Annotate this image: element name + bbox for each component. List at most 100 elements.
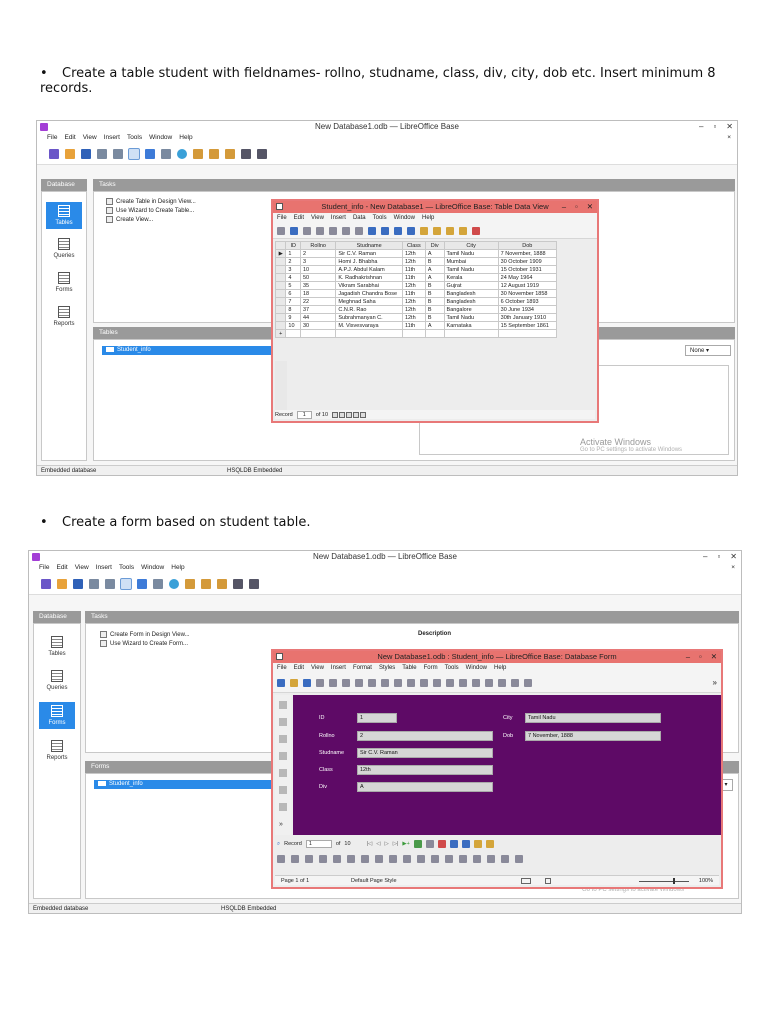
bring-front-icon[interactable] [389,855,397,863]
clone-formatting-icon[interactable] [394,678,402,687]
close-button[interactable]: ✕ [711,651,717,663]
save-record-icon[interactable] [277,226,285,235]
copy-icon[interactable] [97,148,107,159]
delete-record-icon[interactable] [437,840,446,848]
menu-data[interactable]: Data [353,213,366,223]
sort-icon[interactable] [461,840,470,848]
relationships-icon[interactable] [257,148,267,159]
label-icon[interactable] [279,769,287,777]
table-row[interactable]: + [274,329,558,338]
table-cell[interactable]: Bangladesh [443,297,499,306]
maximize-button[interactable]: ▫ [699,651,702,663]
last-record-icon[interactable]: ▷| [393,841,399,847]
menu-view[interactable]: View [311,663,324,673]
align-icon[interactable] [291,855,299,863]
nav-queries[interactable]: Queries [46,238,82,259]
table-row[interactable]: 3 10 A.P.J. Abdul Kalam 11th A Tamil Nadu 15 O… [274,265,558,274]
autofilter-icon[interactable] [473,840,482,848]
table-cell[interactable]: 11th [401,273,426,282]
row-selector[interactable] [274,289,287,298]
table-cell[interactable]: Bangladesh [443,289,499,298]
menu-help[interactable]: Help [179,133,192,143]
table-cell[interactable]: 10 [299,265,337,274]
previous-record-icon[interactable]: ◁ [376,841,380,847]
form-icon[interactable] [161,148,171,159]
record-number-input[interactable]: 1 [305,840,332,848]
print-icon[interactable] [329,678,337,687]
menu-tools[interactable]: Tools [119,563,134,573]
table-cell[interactable]: Gujrat [443,281,499,290]
table-cell[interactable]: Kerala [443,273,499,282]
menu-view[interactable]: View [75,563,89,573]
table-cell[interactable]: A [424,265,445,274]
table-cell[interactable] [285,329,301,338]
ungroup-icon[interactable] [347,855,355,863]
table-cell[interactable]: 1 [285,249,301,258]
maximize-button[interactable]: ▫ [575,201,578,213]
query-icon[interactable] [201,578,211,589]
table-cell[interactable]: 12th [401,281,426,290]
table-cell[interactable] [299,329,337,338]
table-cell[interactable]: B [424,281,445,290]
table-cell[interactable]: 5 [285,281,301,290]
menu-help[interactable]: Help [422,213,434,223]
menu-window[interactable]: Window [141,563,164,573]
task-table-wizard[interactable]: Use Wizard to Create Table... [106,207,194,214]
next-record-icon[interactable] [346,411,353,418]
nav-forms[interactable]: Forms [39,702,75,729]
menu-file[interactable]: File [47,133,57,143]
table-row[interactable]: 4 50 K. Radhakrishnan 11th A Kerala 24 May 196… [274,273,558,282]
column-header[interactable]: Class [401,241,426,250]
table-cell[interactable]: B [424,313,445,322]
page-break-icon[interactable] [511,678,519,687]
column-header[interactable]: Rollno [299,241,337,250]
menu-form[interactable]: Form [424,663,438,673]
menu-insert[interactable]: Insert [104,133,120,143]
undo-icon[interactable] [342,226,350,235]
table-cell[interactable]: 24 May 1964 [497,273,558,282]
table-cell[interactable]: A [424,249,445,258]
refresh-icon[interactable] [368,226,376,235]
table-row[interactable]: 2 3 Homi J. Bhabha 12th B Mumbai 30 October 19… [274,257,558,266]
table-cell[interactable]: 2 [285,257,301,266]
menu-insert[interactable]: Insert [331,663,346,673]
table-cell[interactable]: 12th [401,249,426,258]
snap-icon[interactable] [501,855,509,863]
menu-styles[interactable]: Styles [379,663,395,673]
design-mode-icon[interactable] [279,718,287,726]
table-cell[interactable]: 12th [401,305,426,314]
save-record-icon[interactable] [413,840,422,848]
sort-ascending-icon[interactable] [394,226,402,235]
first-record-icon[interactable]: |◁ [367,841,373,847]
maximize-button[interactable]: ▫ [713,121,716,133]
open-icon[interactable] [57,578,67,589]
menu-help[interactable]: Help [494,663,506,673]
autofilter-icon[interactable] [420,226,428,235]
div-field[interactable]: A [357,782,493,792]
tab-order-icon[interactable] [459,855,467,863]
table-cell[interactable]: B [424,305,445,314]
toolbar-overflow-icon[interactable]: » [713,678,717,687]
table-cell[interactable]: Bangalore [443,305,499,314]
copy-icon[interactable] [316,226,324,235]
table-cell[interactable]: Sir C.V. Raman [335,249,403,258]
check-box-icon[interactable] [279,803,287,811]
row-selector[interactable] [274,257,287,266]
sort-descending-icon[interactable] [145,148,155,159]
dob-field[interactable]: 7 November, 1888 [525,731,661,741]
table-cell[interactable]: 30th January 1910 [497,313,558,322]
table-cell[interactable]: 15 September 1861 [497,321,558,330]
row-selector[interactable] [274,273,287,282]
table-cell[interactable]: Vikram Sarabhai [335,281,403,290]
table-icon[interactable] [193,148,203,159]
table-cell[interactable]: 18 [299,289,337,298]
table-cell[interactable]: 3 [299,257,337,266]
table-cell[interactable]: 9 [285,313,301,322]
redo-icon[interactable] [420,678,428,687]
menu-view[interactable]: View [311,213,324,223]
class-field[interactable]: 12th [357,765,493,775]
menu-insert[interactable]: Insert [96,563,112,573]
form-filter-icon[interactable] [485,840,494,848]
arrange-icon[interactable] [319,855,327,863]
table-cell[interactable]: 50 [299,273,337,282]
